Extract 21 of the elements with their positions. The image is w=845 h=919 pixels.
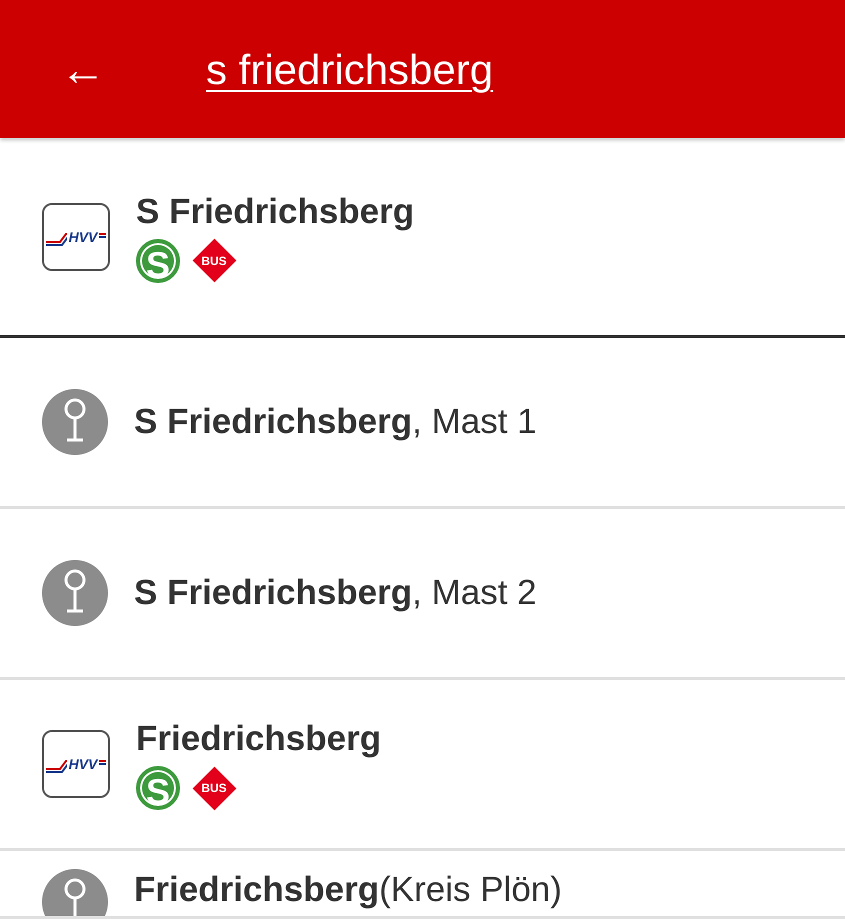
hvv-logo: HVV bbox=[42, 730, 110, 798]
station-name: Friedrichsberg bbox=[136, 718, 382, 760]
hvv-logo: HVV bbox=[42, 202, 110, 270]
stop-name: S Friedrichsberg, Mast 1 bbox=[134, 401, 537, 443]
s-bahn-badge: S bbox=[136, 766, 180, 810]
result-item[interactable]: Friedrichsberg(Kreis Plön) bbox=[0, 851, 845, 919]
result-item[interactable]: HVV Friedrichsberg S BUS bbox=[0, 680, 845, 851]
bus-stop-icon bbox=[42, 869, 108, 916]
result-item[interactable]: S Friedrichsberg, Mast 2 bbox=[0, 509, 845, 680]
stop-name: S Friedrichsberg, Mast 2 bbox=[134, 572, 537, 614]
search-field[interactable]: s friedrichsberg bbox=[206, 38, 726, 100]
station-name: S Friedrichsberg bbox=[136, 190, 414, 232]
bus-stop-icon bbox=[42, 389, 108, 455]
result-item[interactable]: HVV S Friedrichsberg S BUS bbox=[0, 138, 845, 338]
bus-badge: BUS bbox=[192, 766, 236, 810]
result-item[interactable]: S Friedrichsberg, Mast 1 bbox=[0, 338, 845, 509]
s-bahn-badge: S bbox=[136, 238, 180, 282]
back-button[interactable]: ← bbox=[50, 46, 116, 92]
stop-name: Friedrichsberg(Kreis Plön) bbox=[134, 869, 562, 911]
bus-badge: BUS bbox=[192, 238, 236, 282]
bus-stop-icon bbox=[42, 560, 108, 626]
